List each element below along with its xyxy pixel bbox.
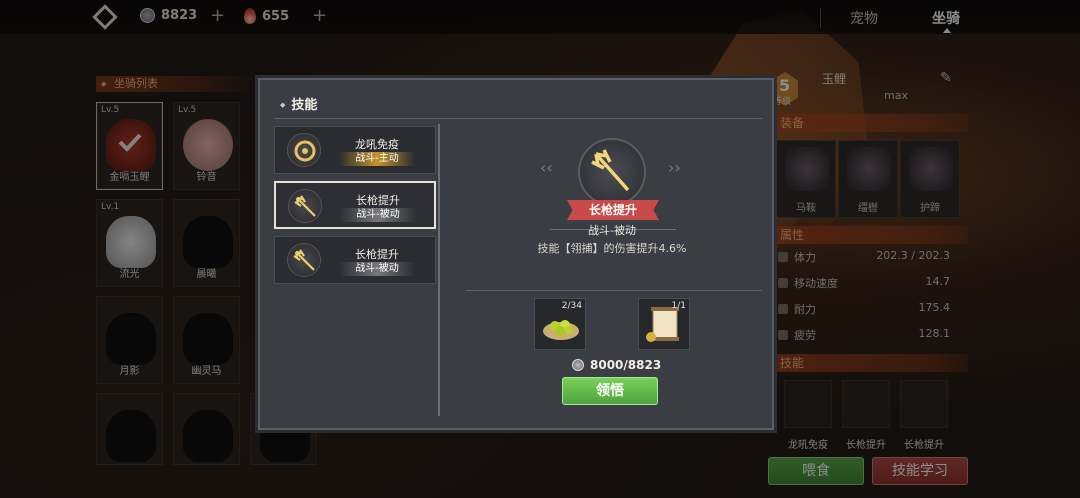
detail-divider: [466, 290, 762, 291]
skill-modal: 技能 龙吼免疫 战斗-主动 长枪提升 战斗-被动 长枪提升 战斗-被动 ‹‹ ›…: [258, 78, 774, 430]
skill-list-item-2[interactable]: 长枪提升 战斗-被动: [274, 236, 436, 284]
skill-list-item-0[interactable]: 龙吼免疫 战斗-主动: [274, 126, 436, 174]
modal-title: 技能: [280, 94, 317, 113]
decor-left-arrows-icon: ‹‹: [540, 158, 553, 177]
dragon-roar-immunity-icon: [287, 133, 321, 167]
skill-name: 长枪提升: [356, 194, 400, 207]
learn-cost: 8000/8823: [572, 358, 661, 372]
skill-type-badge: 战斗-主动: [339, 152, 415, 166]
material-slot-0[interactable]: 2/34: [534, 298, 586, 350]
material-slot-1[interactable]: 1/1: [638, 298, 690, 350]
skill-name: 龙吼免疫: [355, 138, 399, 151]
material-count: 1/1: [671, 301, 686, 311]
skill-name: 长枪提升: [355, 248, 399, 261]
skill-type-badge: 战斗-被动: [340, 208, 416, 222]
coin-icon: [572, 359, 584, 371]
skill-list-item-1[interactable]: 长枪提升 战斗-被动: [274, 181, 436, 229]
cost-value: 8000/8823: [590, 358, 662, 372]
spear-boost-icon: [287, 243, 321, 277]
selected-skill-description: 技能【翎捕】的伤害提升4.6%: [537, 242, 687, 255]
decor-right-arrows-icon: ››: [668, 158, 681, 177]
selected-skill-spear-icon: [578, 138, 646, 206]
modal-column-divider: [438, 124, 440, 416]
spear-boost-icon: [288, 189, 322, 223]
comprehend-button[interactable]: 领悟: [562, 377, 658, 405]
skill-type-badge: 战斗-被动: [339, 262, 415, 276]
selected-skill-type: 战斗-被动: [588, 224, 636, 237]
material-count: 2/34: [561, 301, 582, 311]
selected-skill-name: 长枪提升: [567, 200, 659, 220]
modal-title-divider: [274, 118, 762, 119]
